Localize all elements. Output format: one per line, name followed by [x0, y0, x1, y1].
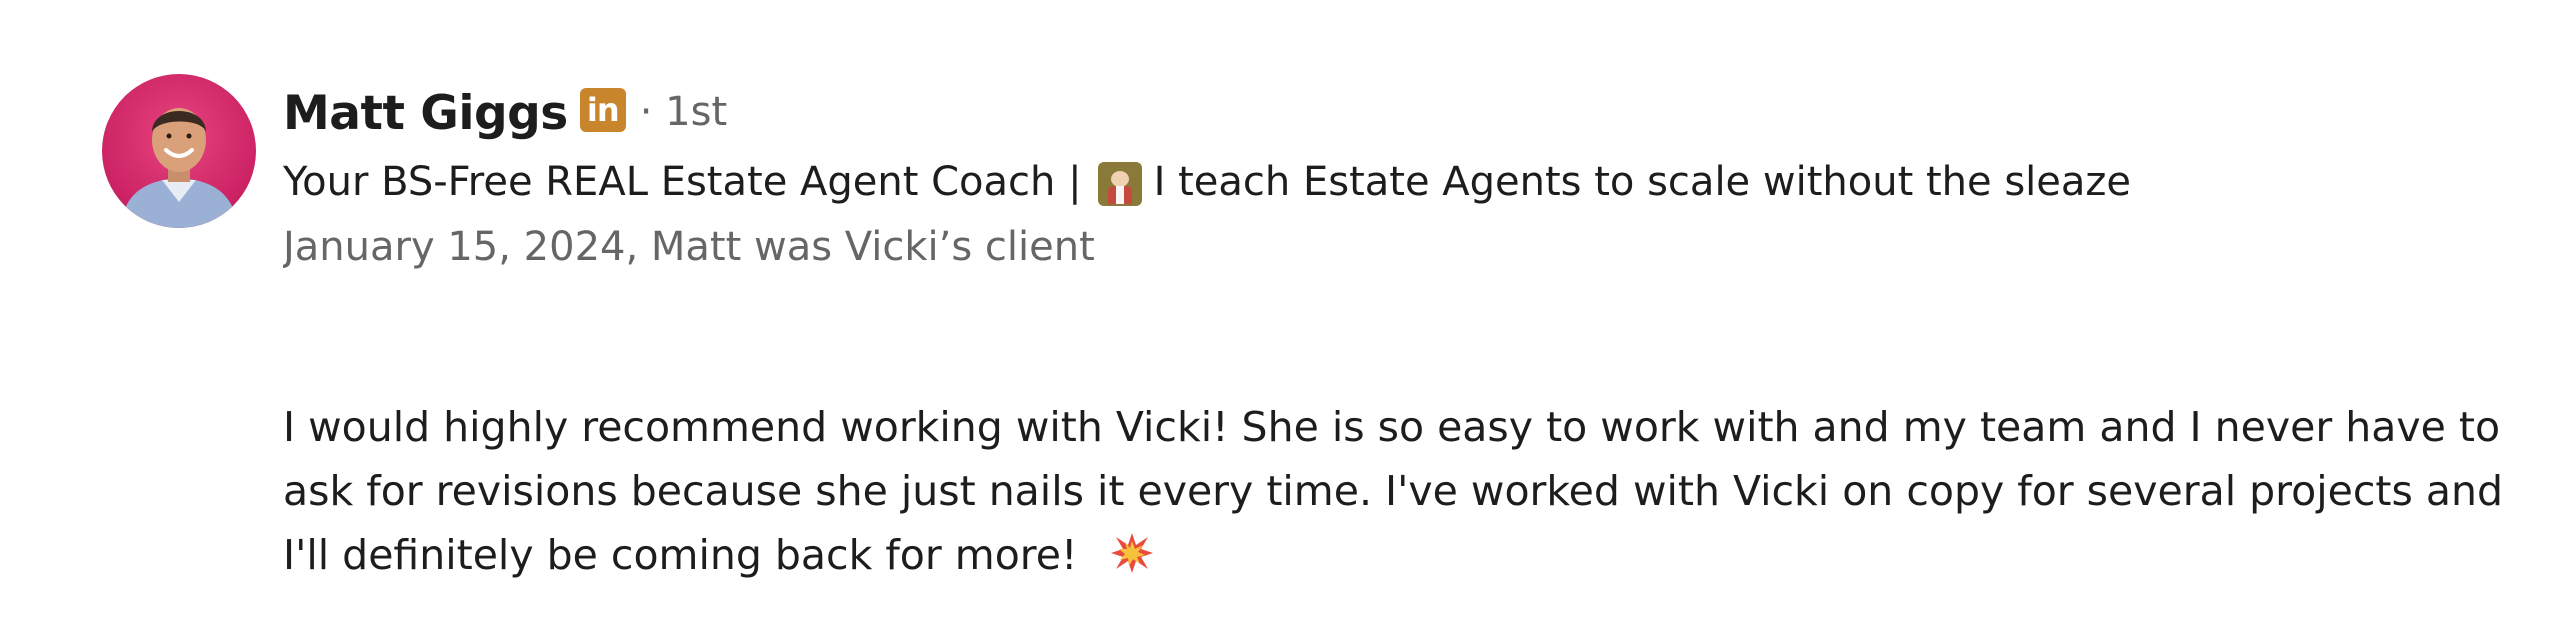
reviewer-headline: Your BS-Free REAL Estate Agent Coach | I… [283, 148, 2483, 216]
name-row: Matt Giggs in · 1st [283, 78, 2483, 148]
connection-degree: · 1st [639, 89, 728, 135]
recommendation-meta: January 15, 2024, Matt was Vicki’s clien… [283, 224, 1095, 270]
recommendation-text: I would highly recommend working with Vi… [283, 395, 2523, 587]
man-in-suit-emoji-icon [1097, 162, 1142, 206]
reviewer-info: Matt Giggs in · 1st Your BS-Free REAL Es… [283, 78, 2483, 276]
recommendation-card: Matt Giggs in · 1st Your BS-Free REAL Es… [0, 0, 2560, 631]
review-body: I would highly recommend working with Vi… [283, 403, 2503, 579]
avatar[interactable] [102, 74, 256, 228]
linkedin-premium-icon: in [579, 88, 626, 132]
reviewer-name[interactable]: Matt Giggs [283, 86, 568, 141]
headline-text-before: Your BS-Free REAL Estate Agent Coach | [283, 159, 1082, 205]
collision-emoji-icon [1110, 529, 1154, 573]
headline-text-after: I teach Estate Agents to scale without t… [1153, 159, 2131, 205]
avatar-photo-icon [102, 74, 256, 228]
